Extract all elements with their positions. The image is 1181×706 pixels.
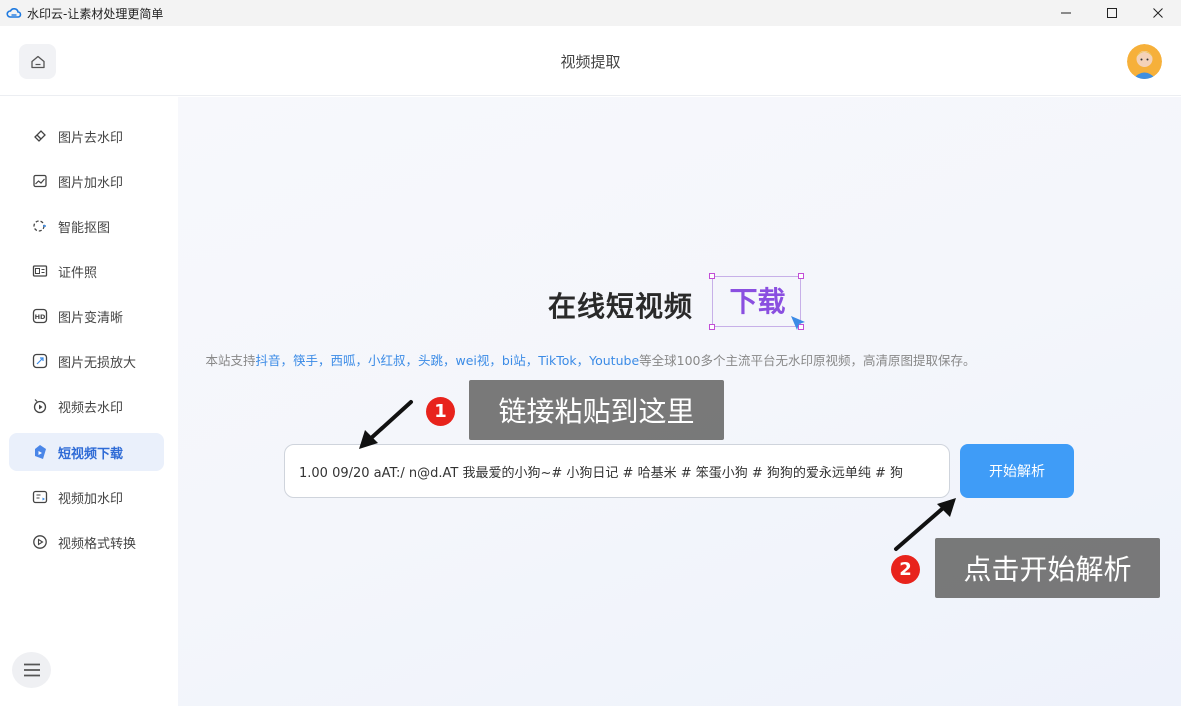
sidebar-item-label: 图片变清晰	[58, 310, 124, 326]
minimize-icon	[1061, 12, 1071, 14]
sidebar: 图片去水印 图片加水印 智能抠图 证件照 HD 图片变清晰 图片无损放大 视频去…	[0, 97, 178, 706]
video-add-watermark-icon	[31, 488, 49, 506]
tip-paste-link: 链接粘贴到这里	[469, 380, 724, 440]
sidebar-item-label: 证件照	[58, 265, 98, 281]
image-add-icon	[31, 172, 49, 190]
sidebar-item-image-add-watermark[interactable]: 图片加水印	[9, 162, 164, 200]
tip-click-parse: 点击开始解析	[935, 538, 1160, 598]
avatar-icon	[1127, 44, 1162, 79]
start-parse-button[interactable]: 开始解析	[960, 444, 1074, 498]
subtitle-suffix: 等全球100多个主流平台无水印原视频，高清原图提取保存。	[639, 353, 976, 368]
page-title: 视频提取	[560, 53, 621, 71]
cutout-icon	[31, 217, 49, 235]
video-convert-icon	[31, 533, 49, 551]
sidebar-item-video-remove-watermark[interactable]: 视频去水印	[9, 387, 164, 425]
cloud-logo-icon	[6, 8, 22, 18]
sidebar-item-video-format-convert[interactable]: 视频格式转换	[9, 523, 164, 561]
user-avatar[interactable]	[1127, 44, 1162, 79]
sidebar-item-label: 短视频下载	[58, 446, 124, 462]
sidebar-item-image-sharpen[interactable]: HD 图片变清晰	[9, 297, 164, 335]
arrow-icon	[359, 400, 413, 449]
hd-icon: HD	[31, 307, 49, 325]
cursor-icon	[791, 316, 805, 330]
selection-handle	[798, 273, 804, 279]
title-bar: 水印云-让素材处理更简单	[0, 0, 1181, 26]
step-badge-2: 2	[891, 555, 920, 584]
sidebar-item-label: 图片去水印	[58, 130, 124, 146]
short-video-download-icon	[31, 443, 49, 461]
sidebar-item-video-add-watermark[interactable]: 视频加水印	[9, 478, 164, 516]
sidebar-item-image-remove-watermark[interactable]: 图片去水印	[9, 117, 164, 155]
video-eraser-icon	[31, 397, 49, 415]
supported-platforms-text: 本站支持抖音，筷手，西呱，小红叔，头跳，wei视，bi站，TikTok，Yout…	[0, 350, 1181, 369]
sidebar-item-smart-cutout[interactable]: 智能抠图	[9, 207, 164, 245]
maximize-button[interactable]	[1089, 0, 1135, 26]
app-header: 视频提取	[0, 26, 1181, 96]
sidebar-item-label: 视频格式转换	[58, 536, 137, 552]
sidebar-item-short-video-download[interactable]: 短视频下载	[9, 433, 164, 471]
menu-collapse-icon	[23, 663, 40, 677]
hero-title: 在线短视频	[548, 290, 694, 323]
subtitle-prefix: 本站支持	[205, 353, 256, 368]
svg-text:HD: HD	[35, 313, 46, 321]
step-badge-1: 1	[426, 397, 455, 426]
window-title: 水印云-让素材处理更简单	[27, 6, 164, 21]
close-button[interactable]	[1135, 0, 1181, 26]
hero-highlight-box: 下载	[709, 273, 804, 330]
window-controls	[1043, 0, 1181, 26]
minimize-button[interactable]	[1043, 0, 1089, 26]
selection-handle	[709, 273, 715, 279]
sidebar-item-id-photo[interactable]: 证件照	[9, 252, 164, 290]
hero-highlight: 下载	[729, 285, 786, 318]
id-photo-icon	[31, 262, 49, 280]
menu-collapse-button[interactable]	[12, 652, 51, 688]
sidebar-item-label: 视频去水印	[58, 400, 124, 416]
sidebar-item-label: 图片加水印	[58, 175, 124, 191]
sidebar-item-label: 视频加水印	[58, 491, 124, 507]
selection-handle	[709, 324, 715, 330]
platform-list: 抖音，筷手，西呱，小红叔，头跳，wei视，bi站，TikTok，Youtube	[255, 353, 640, 368]
maximize-icon	[1107, 8, 1117, 18]
eraser-icon	[31, 127, 49, 145]
close-icon	[1153, 8, 1163, 18]
sidebar-item-label: 智能抠图	[58, 220, 111, 236]
